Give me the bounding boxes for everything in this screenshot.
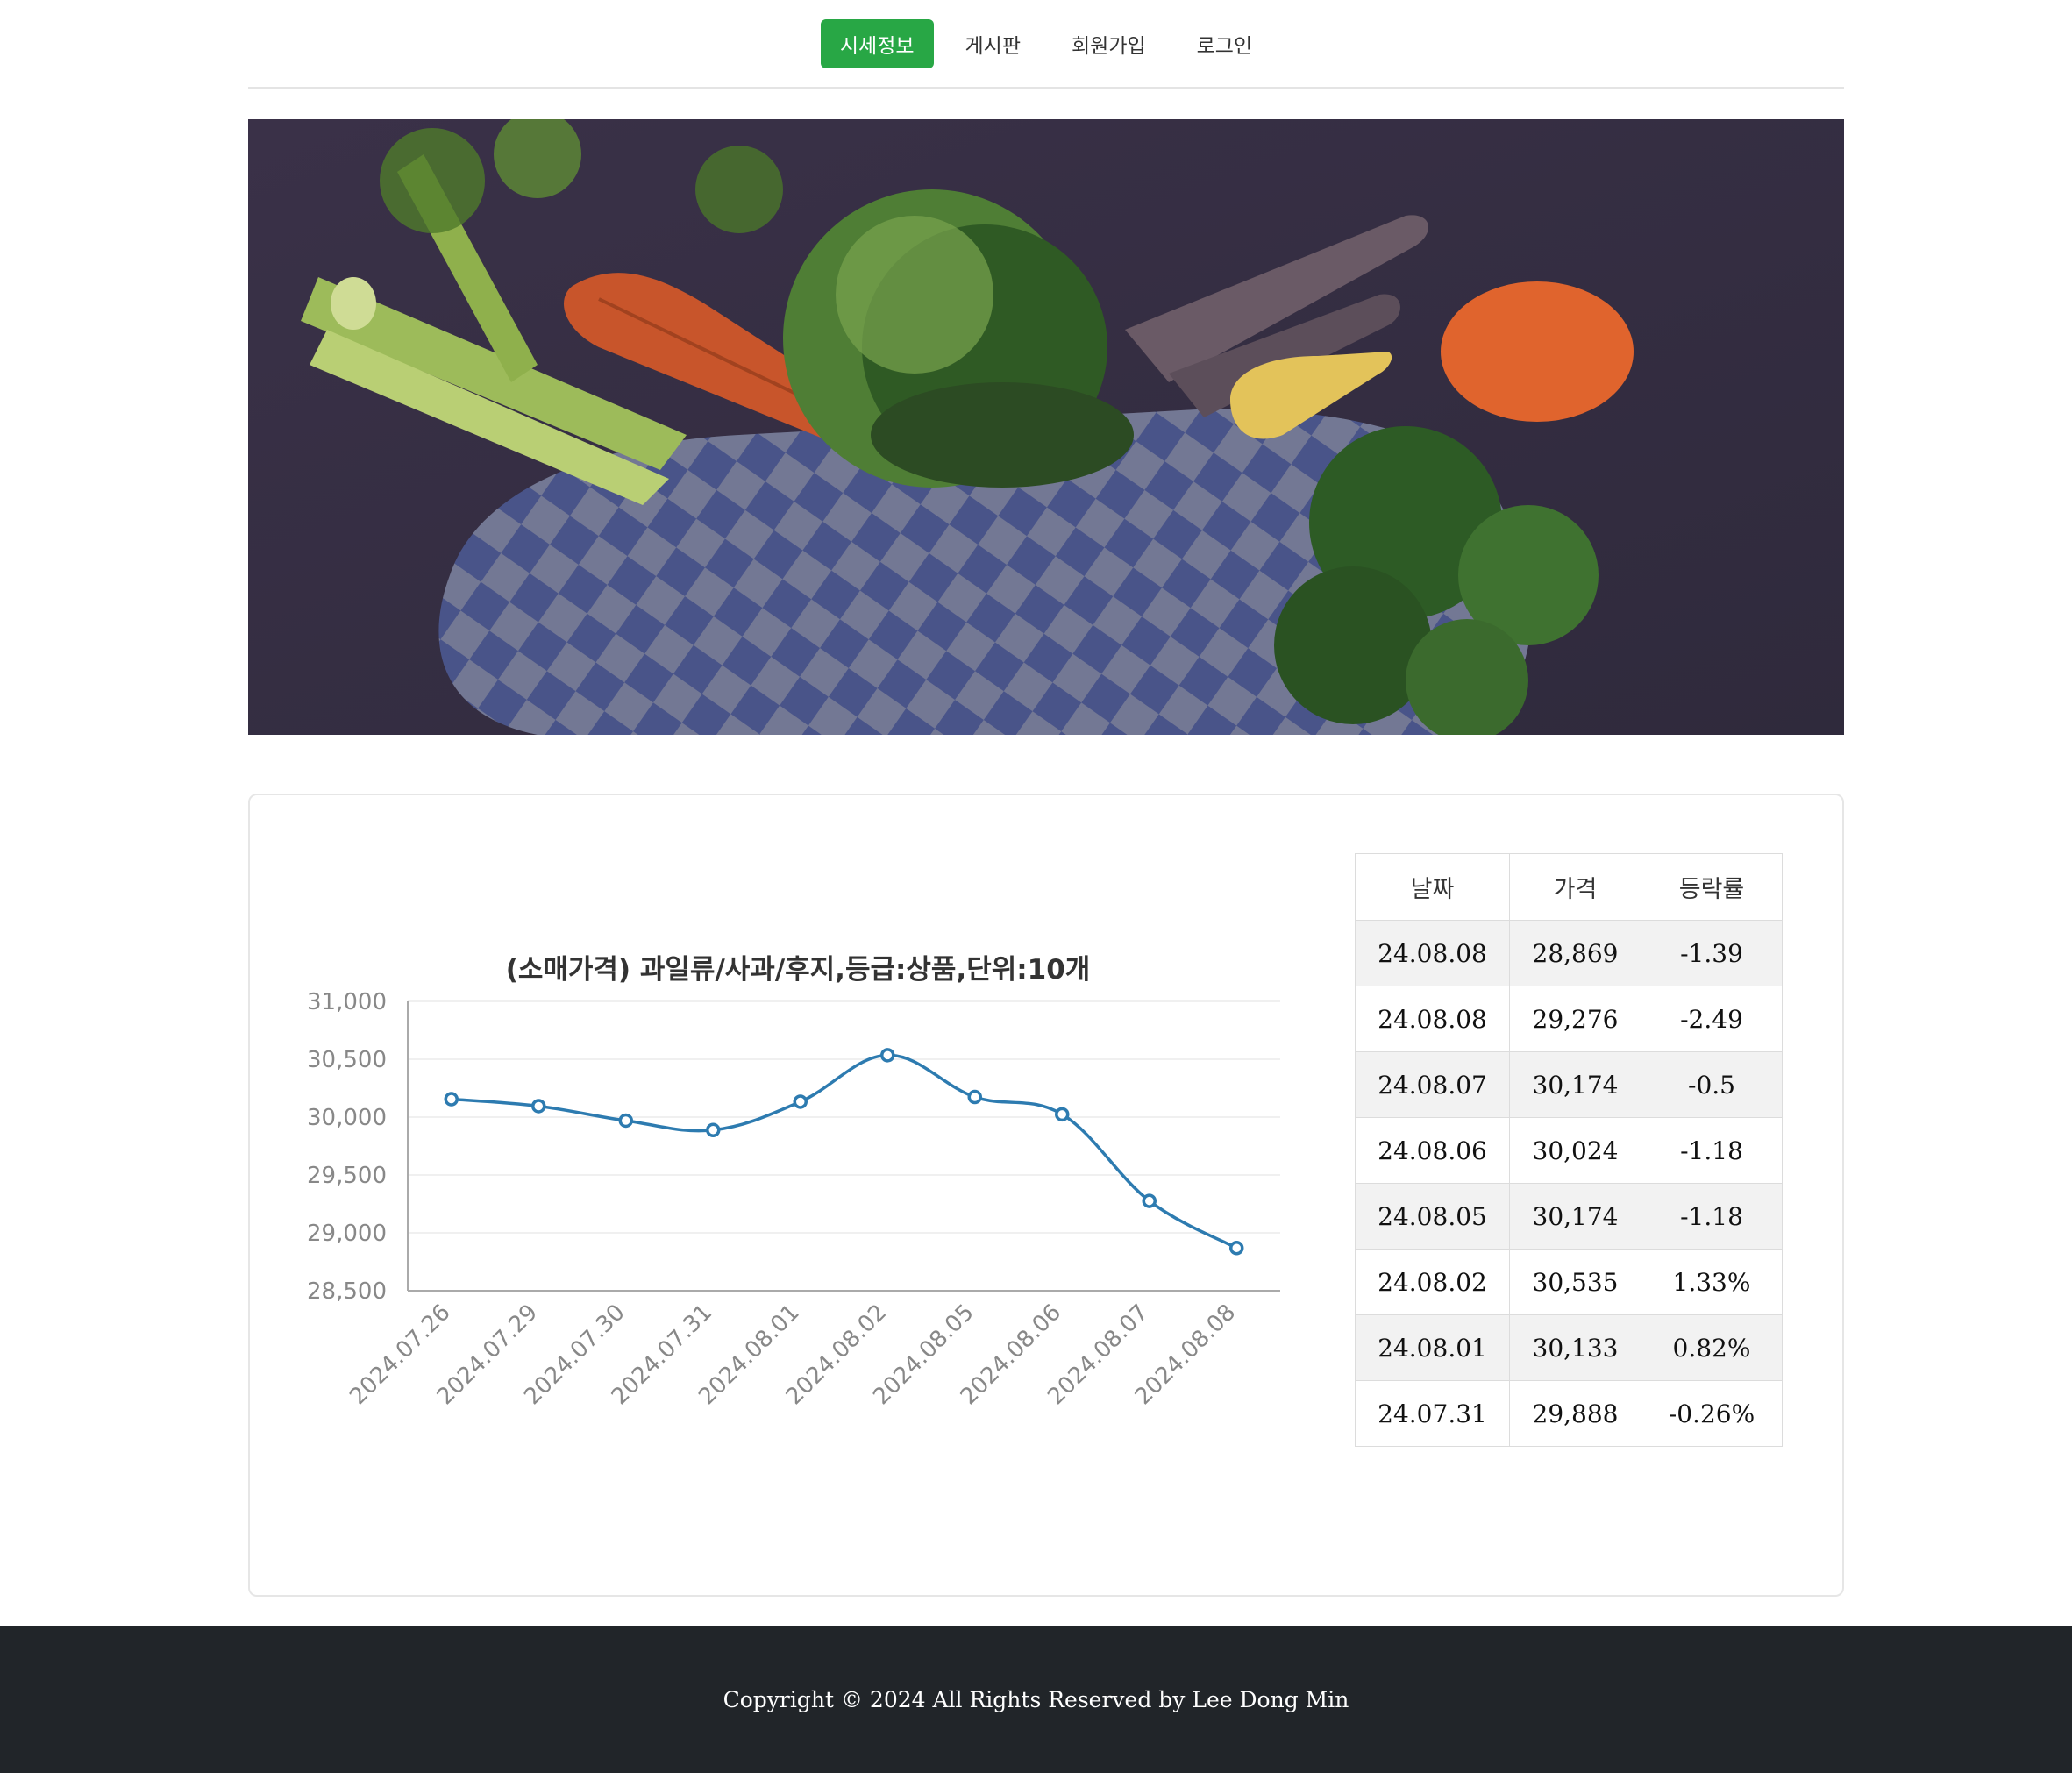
cell-date: 24.07.31	[1355, 1380, 1510, 1447]
y-tick-label: 29,000	[307, 1221, 387, 1247]
cell-change-rate: 0.82%	[1641, 1314, 1783, 1381]
table-row: 24.08.06 30,024 -1.18	[1355, 1117, 1783, 1184]
nav-item-signup[interactable]: 회원가입	[1052, 19, 1165, 68]
nav-menu: 시세정보 게시판 회원가입 로그인	[248, 19, 1844, 68]
cell-date: 24.08.07	[1355, 1051, 1510, 1118]
header-date: 날짜	[1355, 853, 1510, 921]
cell-change-rate: 1.33%	[1641, 1249, 1783, 1315]
cell-price: 29,888	[1509, 1380, 1641, 1447]
vegetables-basket-photo	[248, 119, 1844, 735]
cell-price: 30,174	[1509, 1051, 1641, 1118]
cell-date: 24.08.06	[1355, 1117, 1510, 1184]
data-point	[967, 1089, 982, 1105]
chart-title: (소매가격) 과일류/사과/후지,등급:상품,단위:10개	[505, 954, 1091, 986]
cell-date: 24.08.05	[1355, 1183, 1510, 1250]
cell-date: 24.08.02	[1355, 1249, 1510, 1315]
cell-date: 24.08.08	[1355, 920, 1510, 986]
table-row: 24.08.08 28,869 -1.39	[1355, 920, 1783, 986]
top-nav: 시세정보 게시판 회원가입 로그인	[248, 0, 1844, 89]
data-point	[444, 1092, 459, 1107]
header-price: 가격	[1509, 853, 1641, 921]
cell-change-rate: -1.18	[1641, 1117, 1783, 1184]
cell-date: 24.08.01	[1355, 1314, 1510, 1381]
cell-date: 24.08.08	[1355, 986, 1510, 1052]
y-tick-label: 31,000	[307, 991, 387, 1015]
data-point	[1142, 1193, 1157, 1208]
y-tick-label: 30,000	[307, 1105, 387, 1131]
cell-change-rate: -2.49	[1641, 986, 1783, 1052]
footer: Copyright © 2024 All Rights Reserved by …	[0, 1626, 2072, 1773]
cell-price: 30,024	[1509, 1117, 1641, 1184]
y-tick-label: 29,500	[307, 1163, 387, 1189]
table-row: 24.08.07 30,174 -0.5	[1355, 1051, 1783, 1118]
cell-price: 30,535	[1509, 1249, 1641, 1315]
nav-item-login[interactable]: 로그인	[1178, 19, 1271, 68]
table-row: 24.07.31 29,888 -0.26%	[1355, 1380, 1783, 1447]
data-point	[793, 1094, 808, 1109]
nav-item-price-info[interactable]: 시세정보	[820, 19, 934, 68]
price-chart: (소매가격) 과일류/사과/후지,등급:상품,단위:10개 31,000 30,5…	[298, 947, 1298, 1456]
y-tick-label: 28,500	[307, 1278, 387, 1305]
cell-price: 28,869	[1509, 920, 1641, 986]
cell-change-rate: -1.18	[1641, 1183, 1783, 1250]
cell-price: 29,276	[1509, 986, 1641, 1052]
cell-price: 30,133	[1509, 1314, 1641, 1381]
cell-change-rate: -0.26%	[1641, 1380, 1783, 1447]
table-row: 24.08.01 30,133 0.82%	[1355, 1314, 1783, 1381]
y-tick-label: 30,500	[307, 1047, 387, 1073]
header-change-rate: 등락률	[1641, 853, 1783, 921]
data-point	[1055, 1107, 1070, 1122]
chart-plot: 31,00030,50030,00029,50029,00028,5002024…	[307, 991, 1280, 1410]
data-point	[880, 1048, 895, 1063]
cell-change-rate: -1.39	[1641, 920, 1783, 986]
table-row: 24.08.05 30,174 -1.18	[1355, 1183, 1783, 1250]
table-row: 24.08.08 29,276 -2.49	[1355, 986, 1783, 1052]
data-point	[618, 1113, 633, 1129]
cell-price: 30,174	[1509, 1183, 1641, 1250]
nav-item-board[interactable]: 게시판	[946, 19, 1040, 68]
copyright-text: Copyright © 2024 All Rights Reserved by …	[723, 1686, 1349, 1712]
data-point	[706, 1122, 721, 1138]
table-header-row: 날짜 가격 등락률	[1355, 853, 1783, 921]
price-history-table: 날짜 가격 등락률 24.08.08 28,869 -1.39 24.08.08…	[1355, 853, 1783, 1447]
cell-change-rate: -0.5	[1641, 1051, 1783, 1118]
table-row: 24.08.02 30,535 1.33%	[1355, 1249, 1783, 1315]
series-line	[451, 1053, 1238, 1250]
data-point	[1229, 1241, 1244, 1256]
data-point	[531, 1099, 546, 1114]
hero-image	[248, 119, 1844, 735]
